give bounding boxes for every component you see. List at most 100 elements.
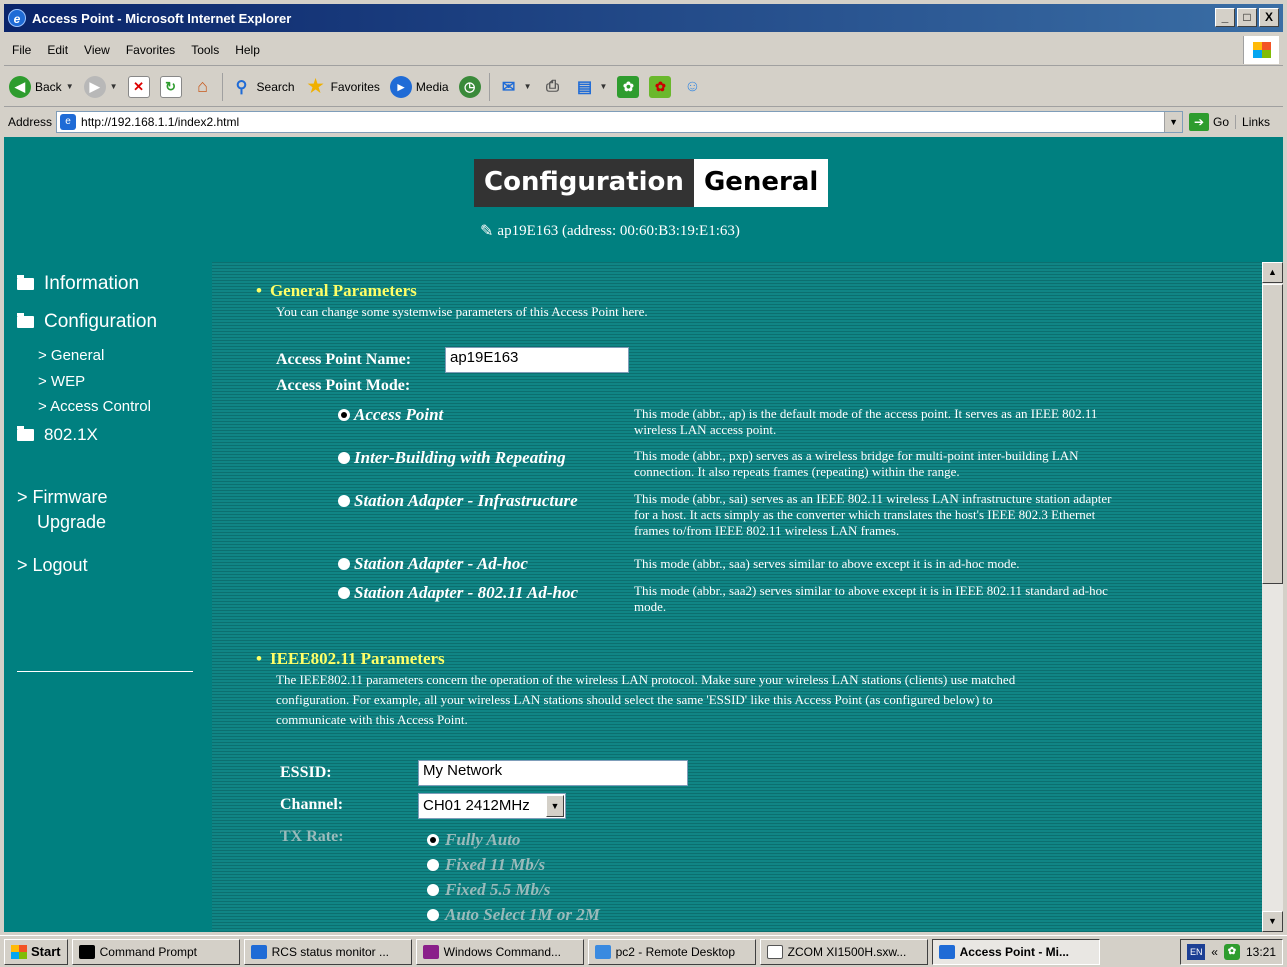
sidebar-item-label: 802.1X <box>44 425 98 444</box>
scroll-thumb[interactable] <box>1262 284 1283 584</box>
sidebar-item-information[interactable]: Information <box>17 273 139 295</box>
sidebar-item-firmware-upgrade[interactable]: > Firmware Upgrade <box>17 487 108 533</box>
desc-line: frames to/from IEEE 802.11 wireless LAN … <box>634 523 900 538</box>
mode-label: Station Adapter - 802.11 Ad-hoc <box>354 583 579 602</box>
essid-field[interactable]: My Network <box>418 760 688 786</box>
task-windows-command[interactable]: Windows Command... <box>415 938 584 965</box>
tx-rate-option[interactable]: Auto Select 1M or 2M <box>427 905 600 925</box>
chevron-down-icon[interactable]: ▼ <box>546 795 564 817</box>
links-button[interactable]: Links <box>1235 115 1270 129</box>
menu-help[interactable]: Help <box>227 43 268 57</box>
radio-icon[interactable] <box>427 884 439 896</box>
search-button[interactable]: ⚲ Search <box>226 70 300 104</box>
print-button[interactable]: ⎙ <box>537 70 569 104</box>
sidebar-item-configuration[interactable]: Configuration <box>17 311 157 333</box>
refresh-button[interactable]: ↻ <box>155 70 187 104</box>
clock[interactable]: 13:21 <box>1246 945 1276 959</box>
sidebar-item-wep[interactable]: > WEP <box>38 373 85 390</box>
menu-file[interactable]: File <box>4 43 39 57</box>
icq-lite-button[interactable]: ✿ <box>644 70 676 104</box>
page-title-subsection: General <box>693 159 829 207</box>
radio-icon[interactable] <box>338 452 350 464</box>
stop-button[interactable]: ✕ <box>123 70 155 104</box>
scroll-up-icon[interactable]: ▲ <box>1262 262 1283 283</box>
radio-icon[interactable] <box>338 495 350 507</box>
ap-name-field[interactable]: ap19E163 <box>445 347 629 373</box>
address-dropdown-icon[interactable]: ▼ <box>1164 112 1183 132</box>
sidebar-item-logout[interactable]: > Logout <box>17 555 88 576</box>
edit-dropdown-icon[interactable]: ▼ <box>600 82 608 91</box>
edit-icon: ▤ <box>576 78 593 96</box>
sidebar-item-label: Configuration <box>44 311 158 332</box>
mode-option-access-point[interactable]: Access Point <box>338 405 443 425</box>
system-tray: EN « ✿ 13:21 <box>1180 938 1283 965</box>
desc-line: This mode (abbr., pxp) serves as a wirel… <box>634 448 1079 463</box>
task-rcs-status[interactable]: RCS status monitor ... <box>243 938 412 965</box>
task-access-point[interactable]: Access Point - Mi... <box>931 938 1100 965</box>
favorites-button[interactable]: ★ Favorites <box>300 70 385 104</box>
messenger-button[interactable]: ☺ <box>676 70 708 104</box>
radio-icon[interactable] <box>338 587 350 599</box>
open-folder-icon <box>17 313 34 328</box>
mode-option-sta-80211-adhoc[interactable]: Station Adapter - 802.11 Ad-hoc <box>338 583 578 603</box>
mode-option-sta-adhoc[interactable]: Station Adapter - Ad-hoc <box>338 554 528 574</box>
address-url: http://192.168.1.1/index2.html <box>81 115 240 129</box>
mode-option-sta-infrastructure[interactable]: Station Adapter - Infrastructure <box>338 491 578 511</box>
mail-dropdown-icon[interactable]: ▼ <box>524 82 532 91</box>
radio-icon[interactable] <box>338 558 350 570</box>
menu-bar: File Edit View Favorites Tools Help <box>4 34 1283 66</box>
minimize-button[interactable]: _ <box>1215 8 1235 27</box>
vertical-scrollbar[interactable]: ▲ ▼ <box>1262 262 1283 932</box>
task-zcom-doc[interactable]: ZCOM XI1500H.sxw... <box>759 938 928 965</box>
mode-option-inter-building[interactable]: Inter-Building with Repeating <box>338 448 566 468</box>
mail-button[interactable]: ✉ ▼ <box>493 70 537 104</box>
menu-edit[interactable]: Edit <box>39 43 76 57</box>
menu-favorites[interactable]: Favorites <box>118 43 183 57</box>
task-label: Windows Command... <box>443 944 561 959</box>
icq-pro-button[interactable]: ✿ <box>612 70 644 104</box>
channel-select[interactable]: CH01 2412MHz ▼ <box>418 793 566 819</box>
task-label: Access Point - Mi... <box>959 944 1069 959</box>
close-button[interactable]: X <box>1259 8 1279 27</box>
address-input[interactable]: e http://192.168.1.1/index2.html ▼ <box>56 111 1184 133</box>
task-command-prompt[interactable]: Command Prompt <box>71 938 240 965</box>
radio-icon[interactable] <box>427 859 439 871</box>
desc-line: wireless LAN access point. <box>634 422 777 437</box>
print-icon: ⎙ <box>546 77 559 95</box>
home-button[interactable]: ⌂ <box>187 70 219 104</box>
forward-button[interactable]: ▶ ▼ <box>79 70 123 104</box>
maximize-button[interactable]: □ <box>1237 8 1257 27</box>
menu-view[interactable]: View <box>76 43 118 57</box>
sidebar-item-general[interactable]: > General <box>38 347 104 364</box>
go-button[interactable]: ➔ Go <box>1183 113 1235 131</box>
tx-rate-option[interactable]: Fixed 11 Mb/s <box>427 855 545 875</box>
sidebar-item-802-1x[interactable]: 802.1X <box>17 425 98 445</box>
scroll-down-icon[interactable]: ▼ <box>1262 911 1283 932</box>
media-button[interactable]: ▸ Media <box>385 70 454 104</box>
back-button[interactable]: ◀ Back ▼ <box>4 70 79 104</box>
menu-tools[interactable]: Tools <box>183 43 227 57</box>
task-remote-desktop[interactable]: pc2 - Remote Desktop <box>587 938 756 965</box>
tx-rate-option[interactable]: Fixed 5.5 Mb/s <box>427 880 550 900</box>
tx-rate-option[interactable]: Fully Auto <box>427 830 520 850</box>
forward-dropdown-icon[interactable]: ▼ <box>110 82 118 91</box>
radio-selected-icon[interactable] <box>338 409 350 421</box>
back-dropdown-icon[interactable]: ▼ <box>66 82 74 91</box>
history-button[interactable]: ◷ <box>454 70 486 104</box>
sidebar-item-label: Information <box>44 273 140 294</box>
desc-line: mode. <box>634 599 667 614</box>
edit-button[interactable]: ▤ ▼ <box>569 70 613 104</box>
desc-line: This mode (abbr., saa2) serves similar t… <box>634 583 1108 598</box>
icq-tray-icon[interactable]: ✿ <box>1223 943 1240 960</box>
title-bar[interactable]: e Access Point - Microsoft Internet Expl… <box>4 4 1283 32</box>
window-controls: _ □ X <box>1215 8 1279 27</box>
sidebar-item-access-control[interactable]: > Access Control <box>38 398 151 415</box>
language-indicator[interactable]: EN <box>1187 943 1206 960</box>
folder-icon <box>17 275 34 290</box>
radio-icon[interactable] <box>427 909 439 921</box>
desc-line: communicate with this Access Point. <box>276 712 468 727</box>
tray-expand-icon[interactable]: « <box>1211 945 1218 959</box>
page-title: Configuration General <box>474 159 829 207</box>
start-button[interactable]: Start <box>4 938 68 965</box>
radio-selected-icon[interactable] <box>427 834 439 846</box>
